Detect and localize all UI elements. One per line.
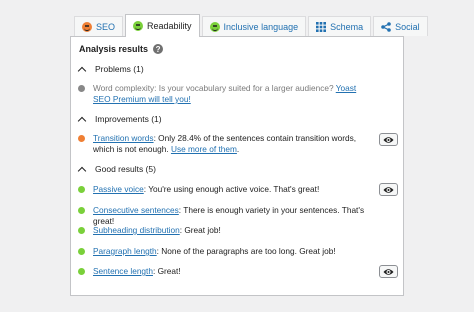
item-text: : You're using enough active voice. That… [143, 184, 320, 194]
highlight-eye-button[interactable] [379, 133, 398, 146]
tab-readability[interactable]: Readability [125, 14, 200, 37]
tab-seo-label: SEO [96, 21, 116, 32]
item-text: Word complexity: Is your vocabulary suit… [93, 83, 336, 93]
share-icon [381, 21, 391, 32]
eye-icon [383, 186, 394, 193]
help-icon[interactable]: ? [153, 44, 164, 54]
section-improvements-toggle[interactable]: Improvements (1) [77, 114, 162, 125]
item-tail: . [236, 144, 240, 154]
tab-seo[interactable]: SEO [74, 16, 124, 36]
item-text: : None of the paragraphs are too long. G… [156, 246, 336, 256]
section-improvements-heading: Improvements (1) [95, 114, 162, 124]
eye-icon [383, 136, 394, 143]
sentence-length-link[interactable]: Sentence length [93, 266, 153, 276]
panel-title: Analysis results ? [79, 44, 164, 54]
status-bullet-icon [78, 135, 85, 142]
status-bullet-icon [78, 248, 85, 255]
chevron-up-icon [77, 166, 87, 175]
section-good-heading: Good results (5) [95, 164, 156, 174]
smiley-face-icon [82, 21, 92, 32]
item-text: : Great! [152, 266, 181, 276]
status-bullet-icon [78, 85, 85, 92]
tab-inclusive-language-label: Inclusive language [223, 21, 299, 32]
subheading-distribution-link[interactable]: Subheading distribution [93, 225, 180, 235]
consecutive-sentences-link[interactable]: Consecutive sentences [93, 205, 179, 215]
smiley-face-icon [133, 21, 144, 31]
status-bullet-icon [78, 268, 85, 275]
analysis-results-panel: Analysis results ? Problems (1) Word com… [70, 36, 404, 296]
tab-inclusive-language[interactable]: Inclusive language [201, 16, 307, 36]
tab-readability-label: Readability [147, 21, 192, 31]
smiley-face-icon [209, 21, 220, 32]
eye-icon [383, 268, 394, 275]
section-good-results-toggle[interactable]: Good results (5) [77, 164, 156, 175]
status-bullet-icon [78, 186, 85, 193]
status-bullet-icon [78, 207, 85, 214]
tab-schema-label: Schema [330, 21, 364, 32]
highlight-eye-button[interactable] [379, 265, 398, 278]
section-problems-heading: Problems (1) [95, 64, 144, 74]
grid-icon [316, 21, 327, 32]
highlight-eye-button[interactable] [379, 183, 398, 196]
passive-voice-link[interactable]: Passive voice [93, 184, 144, 194]
panel-title-text: Analysis results [79, 44, 149, 54]
tab-schema[interactable]: Schema [308, 16, 372, 36]
tab-social[interactable]: Social [373, 16, 428, 36]
item-text: : Great job! [179, 225, 221, 235]
transition-words-link[interactable]: Transition words [93, 133, 154, 143]
tab-social-label: Social [395, 21, 420, 32]
analysis-tabs: SEO Readability Inclusive language Schem… [74, 14, 430, 37]
chevron-up-icon [77, 66, 87, 75]
use-more-link[interactable]: Use more of them [171, 144, 237, 154]
status-bullet-icon [78, 227, 85, 234]
chevron-up-icon [77, 116, 87, 125]
paragraph-length-link[interactable]: Paragraph length [93, 246, 157, 256]
section-problems-toggle[interactable]: Problems (1) [77, 64, 144, 75]
